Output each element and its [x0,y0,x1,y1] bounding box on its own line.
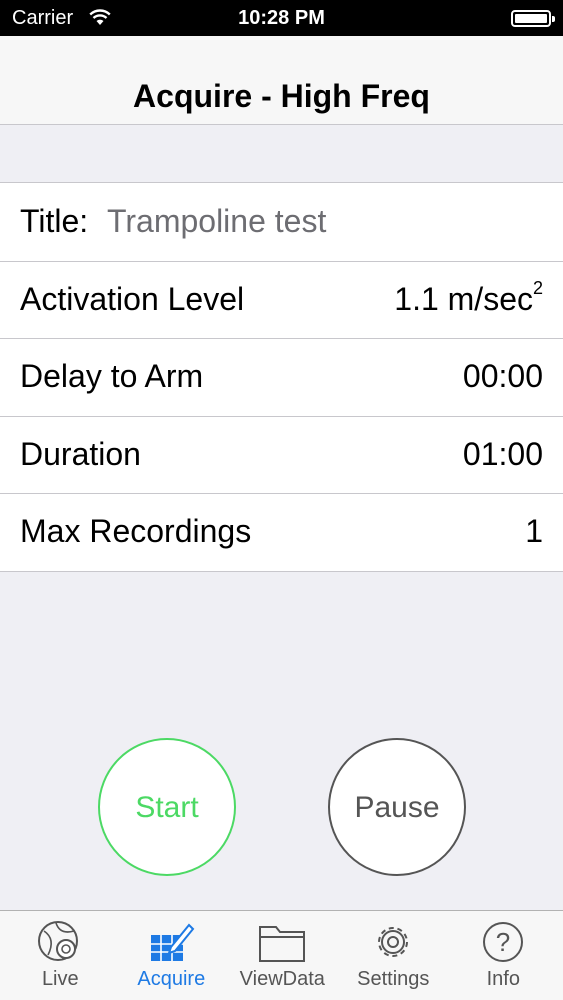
duration-value: 01:00 [462,435,543,472]
tab-settings[interactable]: Settings [337,911,450,1000]
live-icon [38,921,79,961]
tab-bar: Live Acquire ViewData Settings ? Info [0,910,563,1000]
delay-to-arm-row[interactable]: Delay to Arm 00:00 [0,338,563,416]
svg-text:?: ? [496,927,510,957]
start-button[interactable]: Start [98,738,236,876]
activation-level-value: 1.1 m/sec2 [394,277,543,317]
activation-level-label: Activation Level [20,280,245,317]
title-input[interactable]: Trampoline test [107,203,326,240]
tab-acquire[interactable]: Acquire [115,911,228,1000]
delay-to-arm-label: Delay to Arm [20,358,204,394]
max-recordings-value: 1 [525,513,543,549]
tab-live[interactable]: Live [4,911,117,1000]
activation-level-row[interactable]: Activation Level 1.1 m/sec2 [0,260,563,339]
gear-icon [378,927,409,957]
tab-settings-label: Settings [357,968,430,990]
folder-icon [259,926,306,962]
duration-label: Duration [20,435,141,472]
settings-table: Title: Trampoline test Activation Level … [0,182,563,572]
status-bar: Carrier 10:28 PM [0,0,563,36]
page-title: Acquire - High Freq [133,78,430,114]
activation-exponent: 2 [532,277,543,298]
info-icon: ? [483,922,524,962]
title-row[interactable]: Title: Trampoline test [0,183,563,261]
pause-button[interactable]: Pause [328,738,466,876]
tab-viewdata-label: ViewData [239,968,325,990]
tab-info-label: Info [486,968,520,990]
tab-live-label: Live [41,968,79,990]
navigation-bar: Acquire - High Freq [0,36,563,125]
delay-to-arm-value: 00:00 [462,358,543,394]
battery-icon [511,10,555,27]
tab-info[interactable]: ? Info [447,911,560,1000]
duration-row[interactable]: Duration 01:00 [0,415,563,494]
tab-viewdata[interactable]: ViewData [226,911,339,1000]
title-label: Title: [20,203,89,239]
acquire-icon [151,923,195,961]
max-recordings-label: Max Recordings [20,513,252,549]
status-time: 10:28 PM [238,7,325,29]
max-recordings-row[interactable]: Max Recordings 1 [0,493,563,571]
tab-acquire-label: Acquire [137,968,206,990]
